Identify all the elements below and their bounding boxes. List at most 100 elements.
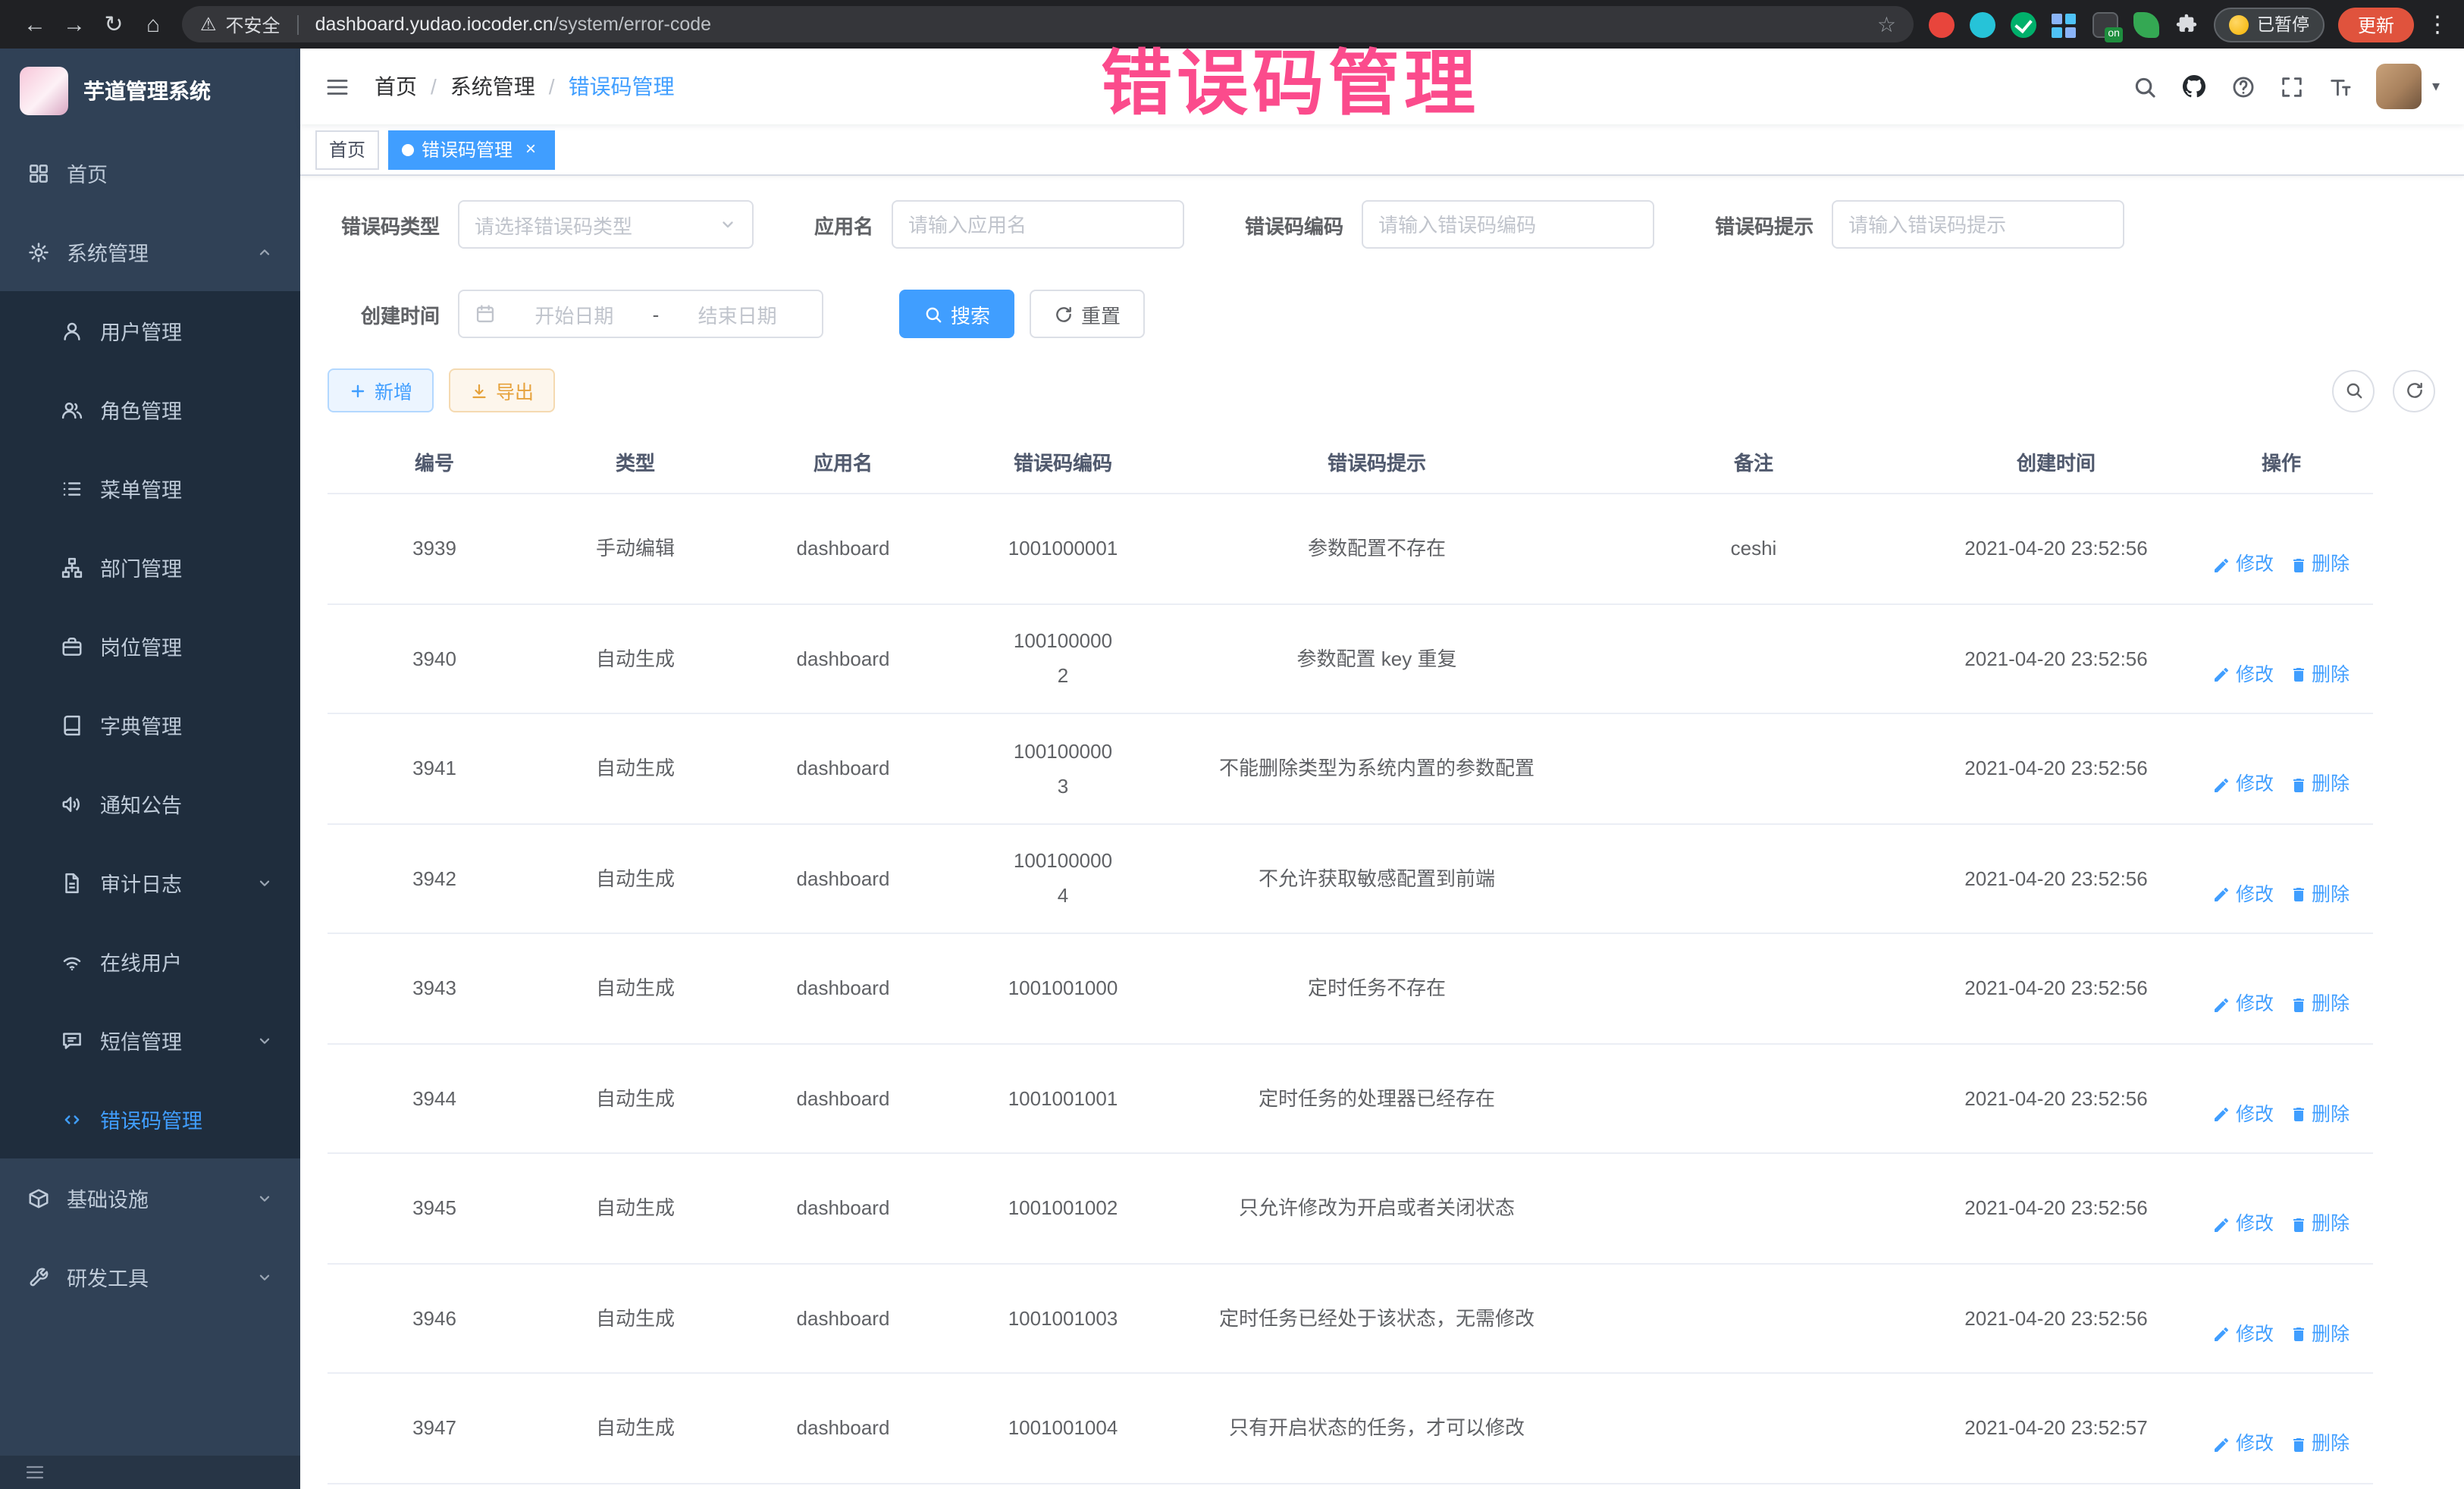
browser-forward-button[interactable]: → [55, 5, 94, 44]
edit-link[interactable]: 修改 [2213, 767, 2274, 802]
sidebar-item-menu[interactable]: 菜单管理 [0, 449, 300, 528]
chevron-down-icon [719, 215, 737, 234]
sidebar-item-infra[interactable]: 基础设施 [0, 1158, 300, 1237]
edit-link[interactable]: 修改 [2213, 1207, 2274, 1242]
sidebar-item-dict[interactable]: 字典管理 [0, 685, 300, 764]
filter-hint-label: 错误码提示 [1715, 210, 1832, 239]
error-type-select[interactable]: 请选择错误码类型 [458, 200, 754, 249]
delete-link[interactable]: 删除 [2289, 1097, 2350, 1132]
proxy-extension-icon[interactable]: on [2093, 11, 2119, 37]
toolbar-right [2332, 369, 2435, 412]
sidebar-item-dept[interactable]: 部门管理 [0, 528, 300, 607]
browser-home-button[interactable]: ⌂ [133, 5, 173, 44]
delete-link[interactable]: 删除 [2289, 657, 2350, 692]
teal-extension-icon[interactable] [1970, 11, 1996, 37]
sidebar-item-sms[interactable]: 短信管理 [0, 1001, 300, 1080]
search-icon[interactable] [2132, 74, 2158, 99]
search-button[interactable]: 搜索 [899, 290, 1014, 338]
bookmark-star-icon[interactable]: ☆ [1877, 11, 1896, 37]
delete-link[interactable]: 删除 [2289, 547, 2350, 582]
sidebar-item-error-code[interactable]: 错误码管理 [0, 1080, 300, 1158]
edit-link[interactable]: 修改 [2213, 987, 2274, 1022]
profile-paused-badge[interactable]: 已暂停 [2215, 7, 2324, 42]
breadcrumb-home[interactable]: 首页 [375, 71, 417, 102]
help-icon[interactable] [2230, 74, 2256, 99]
delete-link[interactable]: 删除 [2289, 1317, 2350, 1352]
delete-link[interactable]: 删除 [2289, 987, 2350, 1022]
cell-remark [1585, 933, 1923, 1043]
edit-link[interactable]: 修改 [2213, 1097, 2274, 1132]
end-date-field[interactable]: 结束日期 [668, 299, 807, 328]
main-area: 首页 / 系统管理 / 错误码管理 ▾ 首页 [300, 49, 2464, 1489]
row-actions: 修改删除 [2190, 713, 2373, 823]
red-circle-extension-icon[interactable] [1930, 11, 1955, 37]
close-tab-icon[interactable]: × [520, 139, 541, 160]
sidebar-item-label: 在线用户 [100, 946, 240, 976]
delete-link[interactable]: 删除 [2289, 1427, 2350, 1462]
sidebar-item-label: 研发工具 [67, 1262, 240, 1292]
font-size-icon[interactable] [2328, 74, 2353, 99]
green-check-extension-icon[interactable] [2011, 11, 2037, 37]
green-leaf-extension-icon[interactable] [2134, 11, 2160, 37]
delete-link[interactable]: 删除 [2289, 1207, 2350, 1242]
cell-remark [1585, 1043, 1923, 1153]
delete-link[interactable]: 删除 [2289, 877, 2350, 912]
sidebar-item-role[interactable]: 角色管理 [0, 370, 300, 449]
reset-button[interactable]: 重置 [1030, 290, 1145, 338]
edit-icon [2213, 886, 2231, 904]
grid-extension-icon[interactable] [2052, 11, 2078, 37]
sidebar-collapse-bar[interactable] [0, 1456, 300, 1489]
delete-icon [2289, 1215, 2307, 1234]
error-hint-input[interactable] [1832, 200, 2124, 249]
cell-app: dashboard [729, 1263, 957, 1373]
sidebar-item-system[interactable]: 系统管理 [0, 212, 300, 291]
date-range-picker[interactable]: 开始日期 - 结束日期 [458, 290, 823, 338]
error-code-table: 编号 类型 应用名 错误码编码 错误码提示 备注 创建时间 操作 3939 手动… [328, 434, 2373, 1489]
logo-avatar [20, 67, 68, 115]
edit-link[interactable]: 修改 [2213, 1317, 2274, 1352]
sidebar-item-dev-tools[interactable]: 研发工具 [0, 1237, 300, 1316]
browser-reload-button[interactable]: ↻ [94, 5, 133, 44]
chrome-update-button[interactable]: 更新 [2338, 7, 2414, 42]
github-icon[interactable] [2180, 73, 2208, 100]
export-button[interactable]: 导出 [449, 368, 555, 412]
sidebar-item-home[interactable]: 首页 [0, 133, 300, 212]
wrench-icon [27, 1265, 50, 1288]
cell-hint: 定时任务的处理器已经存在 [1169, 1043, 1585, 1153]
edit-link[interactable]: 修改 [2213, 877, 2274, 912]
refresh-table-button[interactable] [2393, 369, 2435, 412]
tab-error-code[interactable]: 错误码管理 × [388, 130, 555, 169]
sidebar-item-user[interactable]: 用户管理 [0, 291, 300, 370]
error-code-input[interactable] [1362, 200, 1654, 249]
user-avatar[interactable] [2376, 64, 2422, 109]
fullscreen-icon[interactable] [2279, 74, 2305, 99]
url-domain: dashboard.yudao.iocoder.cn [315, 14, 553, 35]
start-date-field[interactable]: 开始日期 [505, 299, 644, 328]
edit-link[interactable]: 修改 [2213, 657, 2274, 692]
edit-link[interactable]: 修改 [2213, 547, 2274, 582]
cell-remark [1585, 713, 1923, 823]
col-created: 创建时间 [1923, 434, 2190, 494]
sidebar-item-label: 首页 [67, 158, 240, 188]
app-logo[interactable]: 芋道管理系统 [0, 49, 300, 133]
extensions-puzzle-icon[interactable] [2175, 12, 2199, 36]
cell-app: dashboard [729, 823, 957, 933]
edit-link[interactable]: 修改 [2213, 1427, 2274, 1462]
browser-back-button[interactable]: ← [15, 5, 55, 44]
delete-link[interactable]: 删除 [2289, 767, 2350, 802]
breadcrumb-system[interactable]: 系统管理 [450, 71, 535, 102]
show-search-button[interactable] [2332, 369, 2375, 412]
sidebar-item-audit-log[interactable]: 审计日志 [0, 843, 300, 922]
add-button[interactable]: 新增 [328, 368, 434, 412]
sidebar-item-post[interactable]: 岗位管理 [0, 607, 300, 685]
menu-fold-icon[interactable] [324, 74, 350, 99]
tab-home[interactable]: 首页 [315, 130, 379, 169]
app-name-input[interactable] [892, 200, 1184, 249]
address-bar[interactable]: ⚠ 不安全 dashboard.yudao.iocoder.cn/system/… [182, 6, 1914, 42]
table-body: 3939 手动编辑 dashboard 1001000001 参数配置不存在 c… [328, 494, 2373, 1489]
browser-menu-icon[interactable]: ⋮ [2426, 11, 2449, 38]
cell-created: 2021-04-20 23:52:56 [1923, 713, 2190, 823]
cell-created: 2021-04-20 23:52:56 [1923, 494, 2190, 603]
sidebar-item-online-user[interactable]: 在线用户 [0, 922, 300, 1001]
sidebar-item-notice[interactable]: 通知公告 [0, 764, 300, 843]
